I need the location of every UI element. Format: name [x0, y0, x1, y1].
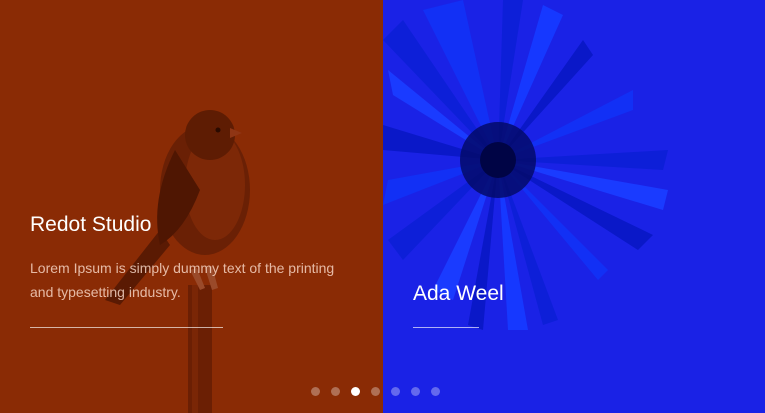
slide-redot-studio[interactable]: Redot Studio Lorem Ipsum is simply dummy… — [0, 0, 383, 413]
slide-ada-weel[interactable]: Ada Weel — [383, 0, 765, 413]
pagination-dot[interactable] — [331, 387, 340, 396]
slide-description: Lorem Ipsum is simply dummy text of the … — [30, 260, 335, 300]
paper-fan-photo — [383, 0, 668, 330]
slide-divider — [413, 327, 479, 328]
pagination-dot[interactable] — [371, 387, 380, 396]
pagination-dot[interactable] — [311, 387, 320, 396]
slide-divider — [30, 327, 223, 328]
pagination-dot[interactable] — [351, 387, 360, 396]
pagination-dots — [311, 387, 440, 396]
pagination-dot[interactable] — [391, 387, 400, 396]
slide-title: Redot Studio — [30, 213, 152, 236]
slide-title: Ada Weel — [413, 282, 504, 305]
pagination-dot[interactable] — [431, 387, 440, 396]
bird-photo — [105, 110, 250, 413]
slider: Redot Studio Lorem Ipsum is simply dummy… — [0, 0, 765, 413]
pagination-dot[interactable] — [411, 387, 420, 396]
